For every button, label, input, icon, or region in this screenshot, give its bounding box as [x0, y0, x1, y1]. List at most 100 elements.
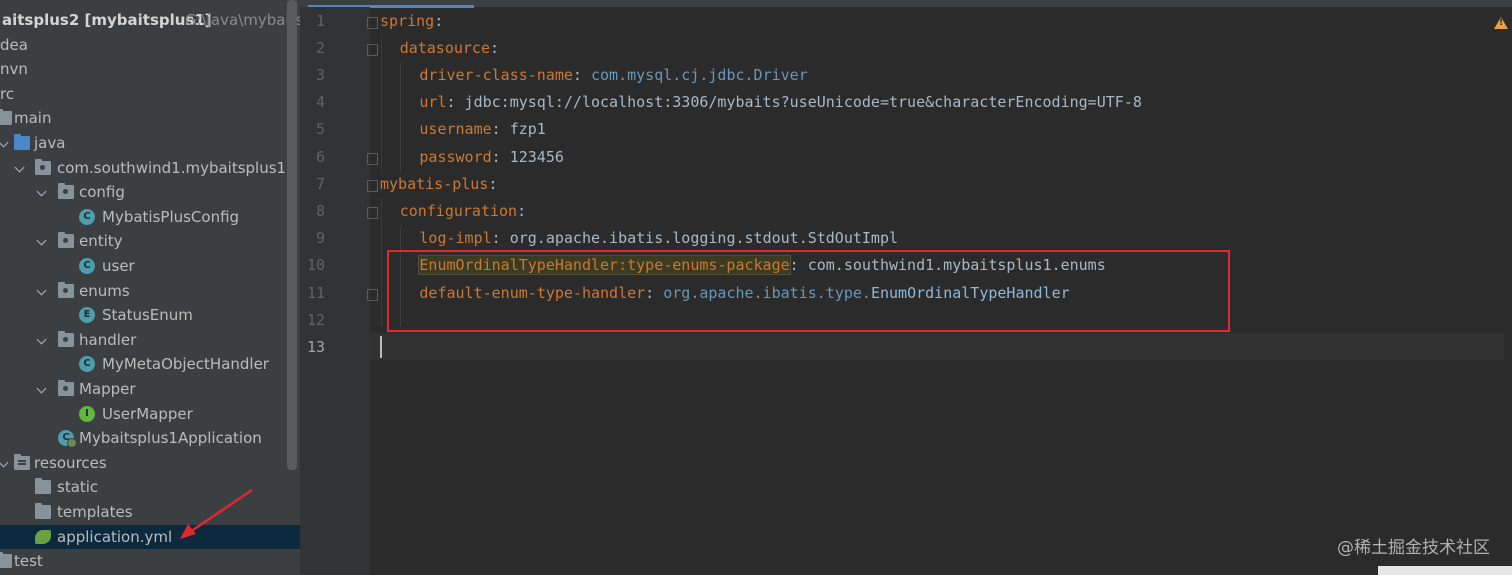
tree-item-application-class[interactable]: C Mybaitsplus1Application: [0, 426, 300, 451]
folder-icon: [0, 109, 12, 126]
code-line[interactable]: spring:: [380, 8, 443, 35]
package-icon: [58, 330, 74, 347]
tree-item-usermapper[interactable]: I UserMapper: [0, 402, 300, 427]
chevron-down-icon[interactable]: [36, 328, 48, 353]
tree-item-mymetaobjecthandler[interactable]: C MyMetaObjectHandler: [0, 352, 300, 377]
tree-item-entity[interactable]: entity: [0, 229, 300, 254]
tree-item-mapper[interactable]: Mapper: [0, 377, 300, 402]
yaml-separator: :: [517, 201, 527, 220]
overlay-fragment: [1378, 566, 1512, 575]
chevron-down-icon[interactable]: [14, 156, 26, 181]
line-number: 13: [306, 337, 325, 356]
tree-item-label: resources: [34, 453, 107, 472]
interface-icon: I: [79, 405, 95, 422]
tree-item-application-yml[interactable]: application.yml: [0, 524, 300, 550]
tree-item-templates[interactable]: templates: [0, 500, 300, 525]
code-line[interactable]: datasource:: [400, 35, 499, 62]
line-number: 12: [306, 310, 325, 329]
line-number: 2: [315, 38, 325, 57]
yaml-separator: :: [572, 65, 591, 84]
fold-marker-icon[interactable]: [367, 179, 378, 192]
tree-item-label: application.yml: [57, 527, 173, 546]
tree-item-mybatisplusconfig[interactable]: C MybatisPlusConfig: [0, 205, 300, 230]
yaml-key: spring: [380, 11, 435, 30]
fold-marker-icon[interactable]: [367, 43, 378, 56]
indent-guide: [381, 36, 382, 172]
tree-scrollbar[interactable]: [287, 0, 297, 470]
package-icon: [35, 158, 51, 175]
yaml-key: configuration: [399, 201, 518, 220]
tree-item-label: handler: [79, 330, 137, 349]
package-icon: [58, 183, 74, 200]
tree-item-idea[interactable]: dea: [0, 33, 300, 58]
tree-item-java[interactable]: java: [0, 131, 300, 156]
yaml-key: log-impl: [419, 229, 492, 248]
source-folder-icon: [14, 134, 30, 150]
chevron-down-icon[interactable]: [36, 377, 48, 402]
tree-item-label: MybatisPlusConfig: [102, 207, 240, 226]
spring-app-class-icon: C: [58, 430, 77, 449]
tree-item-resources[interactable]: resources: [0, 451, 300, 476]
tree-item-label: dea: [0, 35, 28, 54]
code-line[interactable]: password: 123456: [419, 144, 564, 171]
tree-item-package-root[interactable]: com.southwind1.mybaitsplus1: [0, 156, 300, 181]
line-number: 4: [315, 93, 325, 112]
code-line[interactable]: username: fzp1: [419, 116, 545, 143]
package-icon: [58, 232, 74, 249]
line-number: 6: [315, 147, 325, 166]
class-icon: C: [79, 258, 95, 274]
tree-item-statusenum[interactable]: E StatusEnum: [0, 303, 300, 328]
tree-item-label: UserMapper: [102, 404, 193, 423]
tree-item-handler[interactable]: handler: [0, 328, 300, 353]
class-icon: C: [79, 208, 95, 225]
tree-item-label: entity: [79, 232, 123, 251]
tree-item-config[interactable]: config: [0, 180, 300, 205]
tree-item-path: G:\java\mybaitsp: [185, 11, 300, 29]
fold-marker-icon[interactable]: [367, 288, 378, 301]
chevron-down-icon[interactable]: [36, 229, 48, 254]
chevron-down-icon[interactable]: [0, 451, 10, 476]
chevron-down-icon[interactable]: [36, 180, 48, 205]
editor-tab-bar[interactable]: [300, 0, 1512, 7]
code-line[interactable]: log-impl: org.apache.ibatis.logging.stdo…: [419, 225, 898, 252]
yaml-separator: :: [488, 174, 498, 193]
line-number: 10: [306, 256, 325, 275]
yaml-value: fzp1: [509, 120, 546, 139]
tree-item-enums[interactable]: enums: [0, 279, 300, 304]
yaml-file-icon: [35, 529, 51, 544]
code-line[interactable]: driver-class-name: com.mysql.cj.jdbc.Dri…: [419, 62, 807, 89]
watermark: @稀土掘金技术社区: [1337, 538, 1490, 558]
line-number: 11: [306, 283, 325, 302]
chevron-down-icon[interactable]: [0, 131, 10, 156]
tree-item-label: static: [57, 478, 99, 497]
editor-scrollbar[interactable]: [1504, 30, 1512, 575]
tree-item-label: templates: [57, 503, 133, 521]
tree-item-test[interactable]: test: [0, 549, 300, 574]
code-line[interactable]: mybatis-plus:: [380, 171, 497, 198]
fold-marker-icon[interactable]: [367, 206, 378, 219]
tree-item-label: MyMetaObjectHandler: [102, 355, 269, 374]
tree-item-mvn[interactable]: nvn: [0, 57, 300, 82]
tree-item-static[interactable]: static: [0, 475, 300, 500]
code-line[interactable]: configuration:: [400, 198, 526, 225]
project-tree-panel: aitsplus2 [mybaitsplus1] G:\java\mybaits…: [0, 0, 300, 575]
code-editor[interactable]: 1 2 3 4 5 6 7 8 9 10 11 12 13 spring: datasource: driv…: [300, 0, 1512, 575]
tree-item-main[interactable]: main: [0, 106, 300, 131]
chevron-down-icon[interactable]: [36, 279, 48, 304]
yaml-value: com.mysql.cj.jdbc.Driver: [590, 65, 808, 84]
fold-marker-icon[interactable]: [367, 16, 378, 29]
fold-marker-icon[interactable]: [367, 152, 378, 165]
warning-icon[interactable]: [1494, 17, 1508, 29]
yaml-key: username: [419, 120, 492, 139]
tree-item-label: Mapper: [79, 380, 136, 398]
tree-item-src[interactable]: rc: [0, 82, 300, 107]
yaml-key: url: [419, 93, 447, 112]
tree-item-project-root[interactable]: aitsplus2 [mybaitsplus1] G:\java\mybaits…: [0, 8, 300, 33]
tree-item-label: nvn: [0, 60, 28, 79]
code-line[interactable]: url: jdbc:mysql://localhost:3306/mybaits…: [419, 89, 1141, 116]
yaml-value: org.apache.ibatis.logging.stdout.StdOutI…: [509, 229, 899, 248]
yaml-separator: :: [490, 38, 500, 57]
indent-guide: [400, 63, 401, 172]
class-icon: C: [79, 356, 95, 373]
tree-item-user[interactable]: C user: [0, 254, 300, 279]
